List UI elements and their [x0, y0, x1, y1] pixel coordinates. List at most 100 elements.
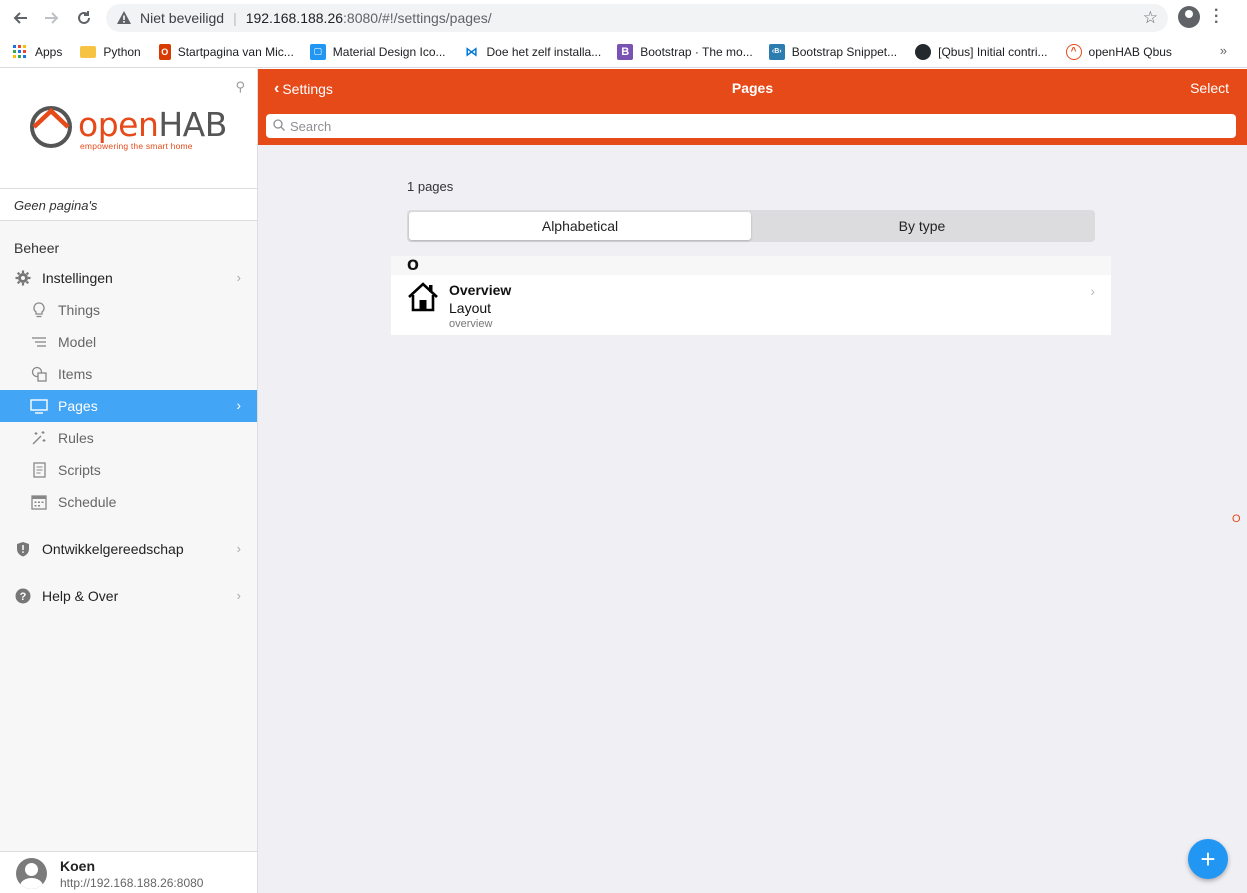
list-item-title: Overview: [449, 282, 512, 298]
bookmark-label: Startpagina van Mic...: [177, 44, 294, 59]
add-page-button[interactable]: +: [1188, 839, 1228, 879]
bookmark-doe-het-zelf[interactable]: ⋈ Doe het zelf installa...: [464, 43, 602, 60]
omnibox-separator: |: [233, 10, 237, 26]
monitor-icon: [30, 397, 48, 415]
chevron-right-icon: ›: [1090, 283, 1095, 299]
bookmark-label: openHAB Qbus: [1088, 44, 1172, 59]
bookmark-bootstrap[interactable]: B Bootstrap · The mo...: [617, 43, 753, 60]
openhab-logo[interactable]: openHAB empowering the smart home: [28, 103, 228, 153]
navbar: ‹ Settings Pages Select: [258, 69, 1247, 145]
lightbulb-icon: [30, 301, 48, 319]
avatar: [16, 858, 47, 889]
help-icon: ?: [14, 587, 32, 605]
sidebar-item-label: Model: [58, 334, 97, 350]
sidebar-item-label: Ontwikkelgereedschap: [42, 541, 184, 557]
logo-area: ⚲ openHAB empowering the smart home: [0, 69, 257, 189]
shield-icon: [14, 540, 32, 558]
bookmark-label: Doe het zelf installa...: [486, 44, 602, 59]
bookmarks-bar: Apps Python O Startpagina van Mic... ▢ M…: [0, 36, 1247, 68]
bookmark-star-icon[interactable]: ☆: [1143, 8, 1158, 28]
security-label[interactable]: Niet beveiligd: [140, 10, 224, 26]
user-name: Koen: [60, 858, 95, 874]
logo-tagline: empowering the smart home: [80, 141, 193, 151]
search-icon: [273, 119, 285, 131]
sidebar-item-items[interactable]: Items: [0, 358, 257, 390]
sidebar-item-settings[interactable]: Instellingen ›: [0, 262, 257, 294]
pin-icon[interactable]: ⚲: [235, 79, 245, 95]
bookmark-python[interactable]: Python: [80, 44, 141, 59]
sidebar-item-label: Rules: [58, 430, 94, 446]
sidebar-item-things[interactable]: Things: [0, 294, 257, 326]
butterfly-icon: ⋈: [465, 43, 478, 59]
chevron-right-icon: ›: [236, 541, 241, 556]
profile-avatar-icon[interactable]: [1178, 6, 1200, 28]
user-url: http://192.168.188.26:8080: [60, 876, 204, 890]
bookmark-apps[interactable]: Apps: [12, 44, 62, 60]
bookmark-label: Apps: [35, 44, 63, 59]
sidebar-item-label: Pages: [58, 398, 98, 414]
sidebar-item-label: Things: [58, 302, 101, 318]
bookmark-bootstrap-snippet[interactable]: ‹B› Bootstrap Snippet...: [768, 43, 897, 60]
main-content: ‹ Settings Pages Select 1 pages Alphabet…: [258, 69, 1247, 893]
search-bar[interactable]: [266, 114, 1236, 138]
list-item[interactable]: Overview Layout overview ›: [391, 275, 1111, 335]
sidebar-item-pages[interactable]: Pages ›: [0, 390, 257, 422]
sidebar-item-model[interactable]: Model: [0, 326, 257, 358]
list-group-title: O: [391, 256, 1111, 275]
list-tree-icon: [30, 333, 48, 351]
warning-icon: [117, 11, 131, 24]
browser-menu-icon[interactable]: · · ·: [1214, 3, 1219, 31]
bookmark-label: [Qbus] Initial contri...: [938, 44, 1048, 59]
sort-segmented-control: Alphabetical By type: [407, 210, 1095, 242]
folder-icon: [80, 45, 97, 58]
sidebar-item-help[interactable]: ? Help & Over ›: [0, 580, 257, 612]
openhab-logo-icon: [30, 106, 72, 148]
section-title: Beheer: [14, 240, 60, 256]
pages-count: 1 pages: [407, 179, 454, 194]
bookmark-label: Bootstrap · The mo...: [640, 44, 753, 59]
sidebar-item-label: Schedule: [58, 494, 117, 510]
bookmark-material-design[interactable]: ▢ Material Design Ico...: [309, 43, 446, 60]
browser-toolbar: Niet beveiligd | 192.168.188.26:8080/#!/…: [0, 0, 1247, 36]
forward-arrow-icon[interactable]: [36, 2, 68, 34]
sidebar-item-dev-tools[interactable]: Ontwikkelgereedschap ›: [0, 533, 257, 565]
sidebar-item-scripts[interactable]: Scripts: [0, 454, 257, 486]
sidebar-item-schedule[interactable]: Schedule: [0, 486, 257, 518]
address-bar[interactable]: Niet beveiligd | 192.168.188.26:8080/#!/…: [106, 4, 1168, 32]
apps-grid-icon: [12, 44, 28, 60]
bootstrap-snippet-icon: ‹B›: [768, 43, 785, 60]
segment-by-type[interactable]: By type: [751, 212, 1093, 240]
url-host: 192.168.188.26: [245, 10, 344, 26]
items-icon: [30, 365, 48, 383]
user-profile[interactable]: Koen http://192.168.188.26:8080: [0, 851, 257, 893]
segment-alphabetical[interactable]: Alphabetical: [409, 212, 751, 240]
search-input[interactable]: [290, 118, 1236, 134]
office-icon: O: [158, 43, 171, 60]
bookmark-label: Python: [103, 44, 141, 59]
sidebar-item-label: Scripts: [58, 462, 101, 478]
chevron-right-icon: ›: [236, 397, 241, 413]
github-icon: [915, 43, 932, 60]
chevron-right-icon: ›: [236, 588, 241, 603]
reload-icon[interactable]: [68, 2, 100, 34]
wand-icon: [30, 429, 48, 447]
openhab-icon: ^: [1065, 43, 1082, 60]
select-button[interactable]: Select: [1190, 80, 1229, 96]
chevron-right-icon: ›: [236, 270, 241, 285]
house-icon: [408, 282, 438, 312]
bookmark-openhab-qbus[interactable]: ^ openHAB Qbus: [1065, 43, 1172, 60]
sidebar-item-label: Items: [58, 366, 93, 382]
bookmark-startpagina[interactable]: O Startpagina van Mic...: [158, 43, 294, 60]
logo-wordmark: openHAB: [78, 105, 227, 144]
back-arrow-icon[interactable]: [4, 2, 36, 34]
pages-list: O Overview Layout overview ›: [391, 256, 1111, 335]
page-title: Pages: [731, 80, 774, 96]
bookmarks-overflow-icon[interactable]: »: [1220, 43, 1227, 58]
url-path: :8080/#!/settings/pages/: [343, 10, 492, 26]
sidebar-item-rules[interactable]: Rules: [0, 422, 257, 454]
bootstrap-icon: B: [617, 43, 634, 60]
sidebar-item-label: Instellingen: [42, 270, 113, 286]
list-index-letter[interactable]: O: [1232, 513, 1241, 525]
script-icon: [30, 461, 48, 479]
bookmark-qbus-github[interactable]: [Qbus] Initial contri...: [915, 43, 1048, 60]
